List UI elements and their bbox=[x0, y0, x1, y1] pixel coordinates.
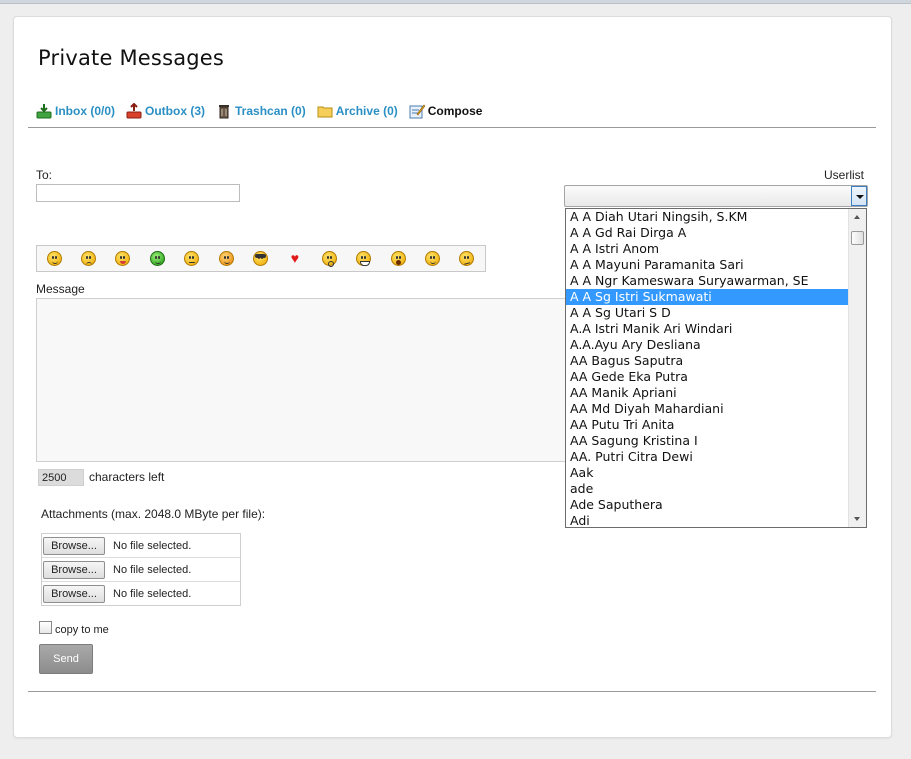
tab-inbox-label: Inbox (0/0) bbox=[55, 104, 116, 118]
message-label: Message bbox=[36, 282, 85, 296]
grin-icon[interactable] bbox=[347, 251, 381, 266]
to-field[interactable] bbox=[36, 184, 240, 202]
attachments-label: Attachments (max. 2048.0 MByte per file)… bbox=[41, 507, 266, 521]
browse-button[interactable]: Browse... bbox=[43, 536, 105, 555]
message-textarea[interactable] bbox=[36, 298, 571, 462]
compose-icon bbox=[409, 103, 426, 119]
chars-left-counter: 2500 bbox=[38, 469, 84, 486]
confused-icon[interactable] bbox=[450, 251, 484, 266]
smiley-bar: ♥ bbox=[36, 245, 486, 272]
tab-outbox[interactable]: Outbox (3) bbox=[126, 102, 206, 119]
userlist-option[interactable]: AA Md Diyah Mahardiani bbox=[566, 401, 848, 417]
userlist-option[interactable]: A A Istri Anom bbox=[566, 241, 848, 257]
page-title: Private Messages bbox=[38, 46, 225, 70]
userlist-select[interactable] bbox=[564, 185, 868, 207]
userlist-option[interactable]: A A Sg Utari S D bbox=[566, 305, 848, 321]
outbox-icon bbox=[126, 102, 142, 119]
userlist-option[interactable]: AA Putu Tri Anita bbox=[566, 417, 848, 433]
tab-inbox[interactable]: Inbox (0/0) bbox=[36, 103, 115, 119]
chevron-down-icon[interactable] bbox=[851, 186, 867, 206]
userlist-dropdown[interactable]: A A Diah Utari Ningsih, S.KM A A Gd Rai D… bbox=[565, 208, 867, 528]
tab-trashcan-label: Trashcan (0) bbox=[235, 104, 306, 118]
no-file-text: No file selected. bbox=[113, 563, 192, 576]
userlist-option[interactable]: A A Sg Istri Sukmawati bbox=[566, 289, 848, 305]
tab-archive[interactable]: Archive (0) bbox=[317, 103, 398, 119]
trashcan-icon bbox=[216, 103, 232, 119]
browse-button[interactable]: Browse... bbox=[43, 584, 105, 603]
file-input-row: Browse... No file selected. bbox=[42, 582, 240, 605]
message-tabs: Inbox (0/0) Outbox (3) Trashcan (0) Arch… bbox=[36, 101, 493, 121]
userlist-option[interactable]: Ade Saputhera bbox=[566, 497, 848, 513]
userlist-option[interactable]: AA. Putri Citra Dewi bbox=[566, 449, 848, 465]
userlist-option[interactable]: A.A.Ayu Ary Desliana bbox=[566, 337, 848, 353]
userlist-option[interactable]: ade bbox=[566, 481, 848, 497]
copy-to-me-label: copy to me bbox=[55, 624, 109, 636]
userlist-options: A A Diah Utari Ningsih, S.KM A A Gd Rai D… bbox=[566, 209, 866, 527]
cool-icon[interactable] bbox=[243, 251, 277, 266]
chars-left-label: characters left bbox=[89, 470, 165, 484]
userlist-option[interactable]: A A Mayuni Paramanita Sari bbox=[566, 257, 848, 273]
userlist-option[interactable]: A A Gd Rai Dirga A bbox=[566, 225, 848, 241]
tab-outbox-label: Outbox (3) bbox=[145, 104, 206, 118]
inbox-icon bbox=[36, 103, 52, 119]
tab-archive-label: Archive (0) bbox=[335, 104, 398, 118]
send-button[interactable]: Send bbox=[39, 644, 93, 674]
userlist-option[interactable]: A A Ngr Kameswara Suryawarman, SE bbox=[566, 273, 848, 289]
file-input-row: Browse... No file selected. bbox=[42, 558, 240, 582]
userlist-option[interactable]: AA Bagus Saputra bbox=[566, 353, 848, 369]
scroll-down-icon[interactable] bbox=[849, 511, 866, 527]
tab-trashcan[interactable]: Trashcan (0) bbox=[216, 103, 306, 119]
attachments-list: Browse... No file selected. Browse... No… bbox=[41, 533, 241, 606]
userlist-option[interactable]: Adi bbox=[566, 513, 848, 527]
scroll-up-icon[interactable] bbox=[849, 209, 866, 225]
file-input-row: Browse... No file selected. bbox=[42, 534, 240, 558]
tab-compose-label: Compose bbox=[427, 104, 483, 118]
userlist-option[interactable]: Aak bbox=[566, 465, 848, 481]
tab-compose[interactable]: Compose bbox=[409, 103, 483, 119]
dropdown-scrollbar[interactable] bbox=[848, 209, 866, 527]
shocked-icon[interactable] bbox=[381, 251, 415, 266]
userlist-option[interactable]: A.A Istri Manik Ari Windari bbox=[566, 321, 848, 337]
userlist-label: Userlist bbox=[824, 168, 865, 182]
blush-icon[interactable] bbox=[209, 251, 243, 266]
top-divider bbox=[28, 127, 876, 128]
bottom-divider bbox=[28, 691, 876, 692]
to-label: To: bbox=[36, 168, 53, 182]
copy-to-me-checkbox[interactable] bbox=[39, 621, 52, 634]
userlist-option[interactable]: A A Diah Utari Ningsih, S.KM bbox=[566, 209, 848, 225]
surprised-icon[interactable] bbox=[312, 251, 346, 267]
sick-icon[interactable] bbox=[140, 251, 174, 266]
sad-icon[interactable] bbox=[71, 251, 105, 266]
userlist-option[interactable]: AA Gede Eka Putra bbox=[566, 369, 848, 385]
userlist-option[interactable]: AA Sagung Kristina I bbox=[566, 433, 848, 449]
no-file-text: No file selected. bbox=[113, 539, 192, 552]
userlist-option[interactable]: AA Manik Apriani bbox=[566, 385, 848, 401]
archive-folder-icon bbox=[317, 103, 333, 119]
scroll-thumb[interactable] bbox=[851, 231, 864, 245]
smile-icon[interactable] bbox=[37, 251, 71, 266]
angry-icon[interactable] bbox=[175, 251, 209, 266]
no-file-text: No file selected. bbox=[113, 587, 192, 600]
wink-icon[interactable] bbox=[415, 251, 449, 266]
browse-button[interactable]: Browse... bbox=[43, 560, 105, 579]
top-border bbox=[0, 0, 911, 4]
tongue-icon[interactable] bbox=[106, 251, 140, 266]
heart-icon[interactable]: ♥ bbox=[278, 251, 312, 266]
